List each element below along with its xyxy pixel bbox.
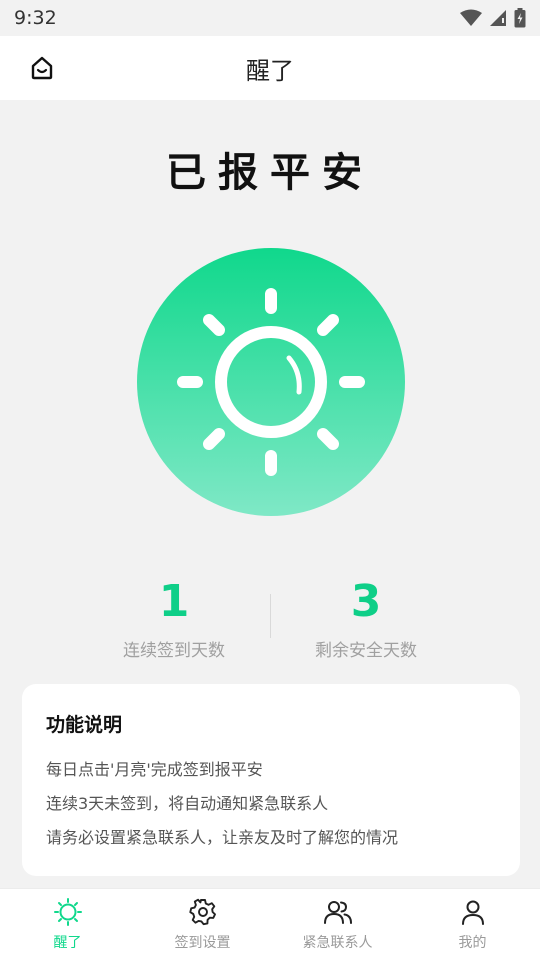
sun-icon — [53, 897, 82, 926]
stat-safe-days: 3 剩余安全天数 — [266, 576, 466, 662]
nav-label: 醒了 — [53, 934, 82, 951]
card-line: 连续3天未签到，将自动通知紧急联系人 — [46, 794, 329, 813]
feature-description-card: 功能说明 每日点击'月亮'完成签到报平安 连续3天未签到，将自动通知紧急联系人 … — [22, 684, 520, 876]
card-line: 请务必设置紧急联系人，让亲友及时了解您的情况 — [46, 828, 399, 847]
nav-item-awake[interactable]: 醒了 — [0, 897, 135, 952]
bottom-nav: 醒了 签到设置 紧急联系人 我的 — [0, 888, 540, 960]
nav-label: 签到设置 — [174, 934, 231, 951]
app-bar: 醒了 — [0, 36, 540, 100]
gear-icon — [188, 898, 216, 925]
status-headline: 已报平安 — [166, 149, 374, 196]
status-bar: 9:32 — [0, 0, 540, 36]
nav-item-mine[interactable]: 我的 — [405, 898, 540, 952]
wifi-icon — [460, 9, 482, 26]
stat-streak: 1 连续签到天数 — [74, 576, 274, 662]
home-icon — [31, 56, 53, 80]
page-title: 醒了 — [246, 56, 294, 85]
card-line: 每日点击'月亮'完成签到报平安 — [46, 760, 263, 779]
home-button[interactable] — [28, 54, 56, 82]
status-icons — [460, 8, 526, 28]
card-title: 功能说明 — [46, 714, 123, 736]
person-icon — [461, 900, 484, 925]
nav-item-checkin-settings[interactable]: 签到设置 — [135, 898, 270, 952]
stats-panel: 1 连续签到天数 3 剩余安全天数 — [0, 576, 540, 662]
stat-safe-days-label: 剩余安全天数 — [315, 641, 417, 661]
signal-icon — [490, 10, 506, 26]
battery-icon — [514, 8, 526, 28]
nav-label: 紧急联系人 — [302, 934, 373, 951]
stat-safe-days-value: 3 — [350, 576, 382, 627]
check-in-button[interactable] — [137, 248, 405, 516]
stat-streak-label: 连续签到天数 — [123, 641, 225, 661]
stat-streak-value: 1 — [158, 576, 190, 627]
contacts-icon — [323, 900, 352, 924]
status-time: 9:32 — [14, 7, 57, 29]
nav-item-emergency-contacts[interactable]: 紧急联系人 — [270, 898, 405, 952]
nav-label: 我的 — [458, 934, 487, 951]
sun-icon — [177, 288, 365, 476]
